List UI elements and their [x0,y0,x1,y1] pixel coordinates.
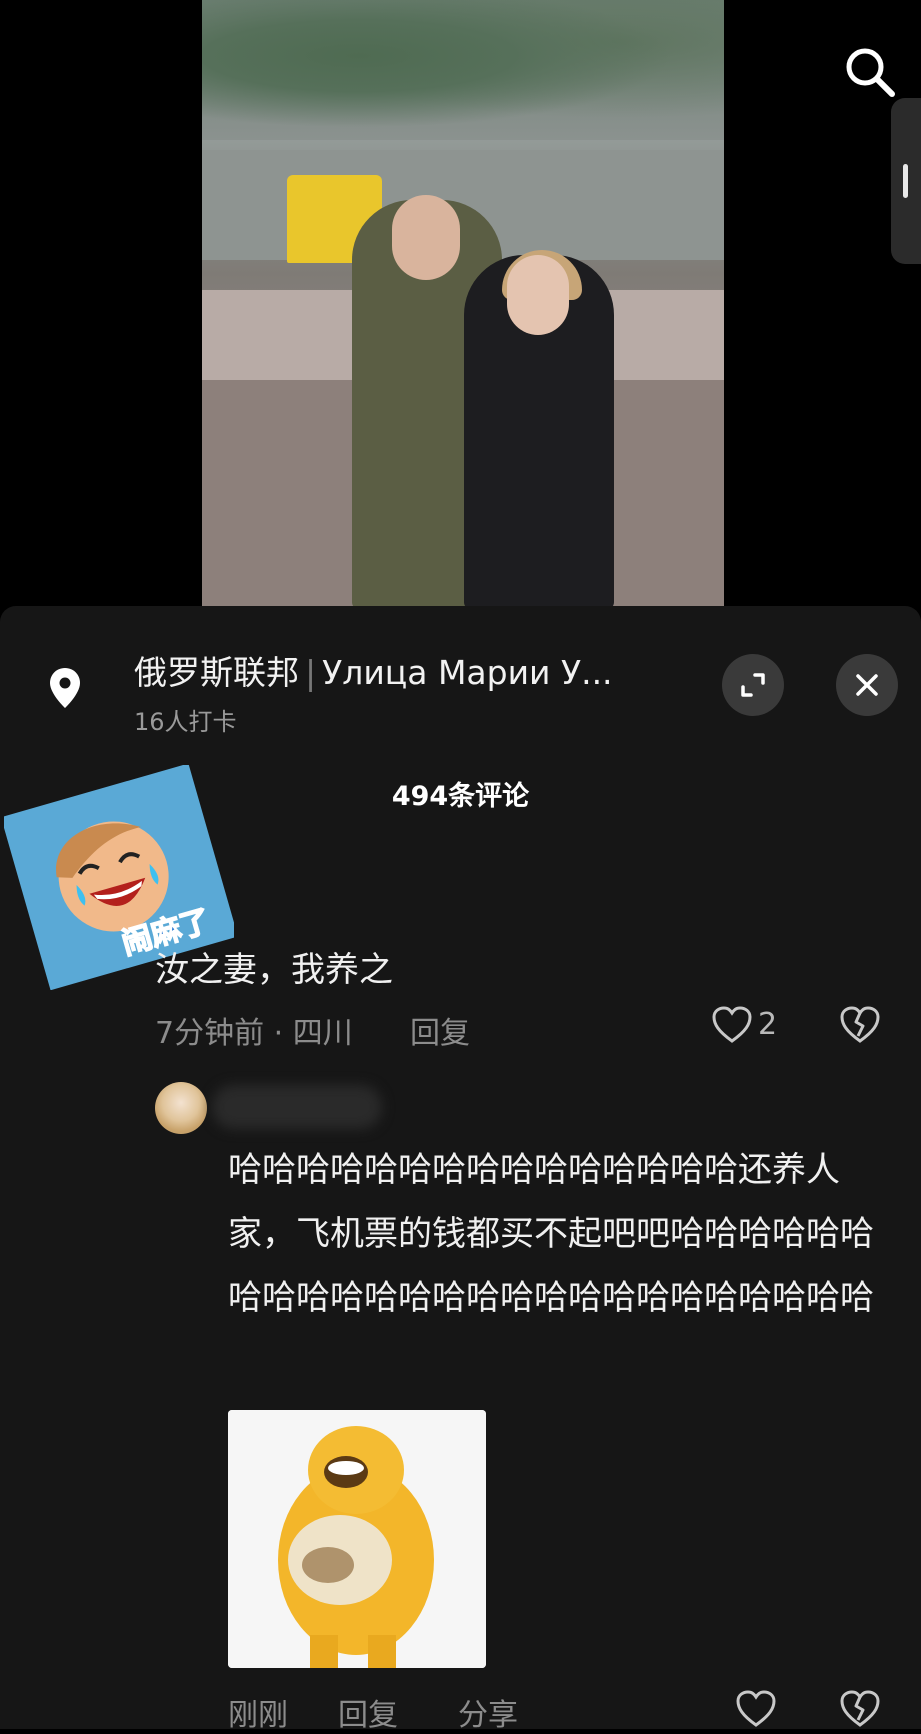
broken-heart-icon[interactable] [840,1006,880,1044]
location-title[interactable]: 俄罗斯联邦 | Улица Марии У... [134,646,613,694]
avatar[interactable] [155,1082,207,1134]
location-pin-icon [50,668,80,708]
reply-time: 刚刚 [228,1698,288,1733]
heart-icon[interactable] [712,1006,752,1044]
soldier-head [392,195,460,280]
location-name-ru: Улица Марии У... [322,653,613,692]
broken-heart-icon[interactable] [840,1690,880,1728]
username-blurred[interactable] [212,1085,382,1129]
side-drawer-handle[interactable] [891,98,921,264]
share-button[interactable]: 分享 [458,1690,518,1734]
location-name-cn: 俄罗斯联邦 [134,653,299,692]
like-count: 2 [758,1007,778,1042]
woman-head [507,255,569,335]
location-separator: | [305,653,317,692]
expand-icon [741,673,765,697]
close-icon [856,674,878,696]
expand-button[interactable] [722,654,784,716]
reply-reply-button[interactable]: 回复 [338,1690,398,1734]
checkin-count: 16人打卡 [134,708,237,736]
handle-grip [903,164,908,198]
comment-text: 汝之妻，我养之 [155,950,393,990]
heart-icon[interactable] [736,1690,776,1728]
reply-text: 哈哈哈哈哈哈哈哈哈哈哈哈哈哈哈还养人家，飞机票的钱都买不起吧吧哈哈哈哈哈哈哈哈哈… [228,1150,874,1318]
close-button[interactable] [836,654,898,716]
video-frame[interactable] [202,0,724,608]
comment-meta: 7分钟前 · 四川 [155,1016,353,1051]
search-icon[interactable] [842,44,898,100]
reply-button[interactable]: 回复 [410,1008,470,1052]
video-player[interactable] [0,0,921,610]
laughing-creature-meme-image[interactable] [228,1410,486,1668]
background-trees [202,0,724,140]
